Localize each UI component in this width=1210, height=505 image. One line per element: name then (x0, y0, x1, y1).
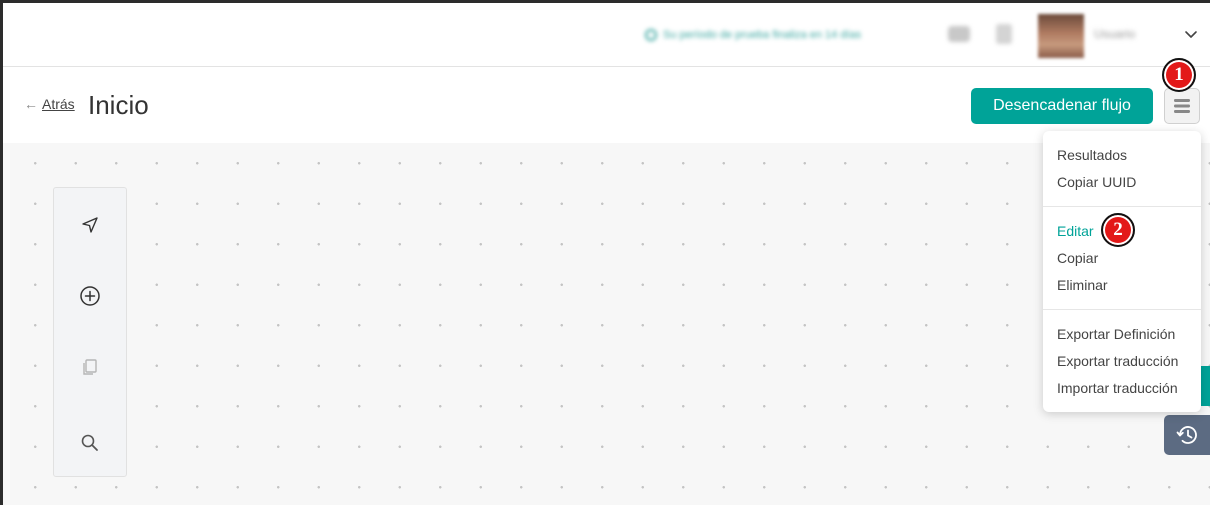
back-link[interactable]: ← Atrás (24, 96, 75, 112)
hamburger-icon (1174, 99, 1190, 113)
back-arrow-icon: ← (24, 96, 38, 112)
avatar[interactable] (1038, 14, 1084, 58)
menu-divider (1043, 206, 1201, 207)
search-icon[interactable] (79, 432, 101, 454)
menu-item-eliminar[interactable]: Eliminar (1057, 277, 1108, 293)
menu-item-exportar-traduccion[interactable]: Exportar traducción (1057, 353, 1178, 369)
chevron-down-icon[interactable] (1183, 26, 1199, 42)
history-icon (1176, 426, 1197, 444)
back-link-label[interactable]: Atrás (42, 96, 75, 112)
user-name[interactable]: Usuario (1094, 27, 1140, 41)
add-circle-icon[interactable] (79, 285, 101, 307)
step-marker-1: 1 (1162, 58, 1196, 92)
help-icon[interactable] (948, 26, 970, 42)
top-header: Su período de prueba finaliza en 14 días… (0, 0, 1210, 67)
menu-item-resultados[interactable]: Resultados (1057, 147, 1127, 163)
bell-icon[interactable] (996, 24, 1012, 44)
tool-panel (53, 187, 127, 477)
history-button[interactable] (1164, 415, 1210, 455)
info-icon (645, 29, 657, 41)
trigger-flow-button[interactable]: Desencadenar flujo (971, 88, 1153, 124)
step-marker-2: 2 (1101, 213, 1135, 247)
page-title: Inicio (88, 90, 149, 120)
navigate-icon[interactable] (79, 214, 101, 236)
trial-banner-text: Su período de prueba finaliza en 14 días (663, 29, 862, 41)
menu-item-editar[interactable]: Editar (1057, 223, 1094, 239)
menu-item-importar-traduccion[interactable]: Importar traducción (1057, 380, 1178, 396)
menu-item-exportar-definicion[interactable]: Exportar Definición (1057, 326, 1175, 342)
menu-divider (1043, 309, 1201, 310)
flow-canvas[interactable] (3, 143, 1210, 505)
actions-dropdown-menu: Resultados Copiar UUID Editar Copiar Eli… (1043, 131, 1201, 412)
menu-item-copiar[interactable]: Copiar (1057, 250, 1098, 266)
trial-banner[interactable]: Su período de prueba finaliza en 14 días (645, 26, 861, 44)
menu-item-copiar-uuid[interactable]: Copiar UUID (1057, 174, 1136, 190)
hamburger-menu-button[interactable] (1164, 88, 1200, 124)
copy-icon[interactable] (79, 356, 101, 378)
